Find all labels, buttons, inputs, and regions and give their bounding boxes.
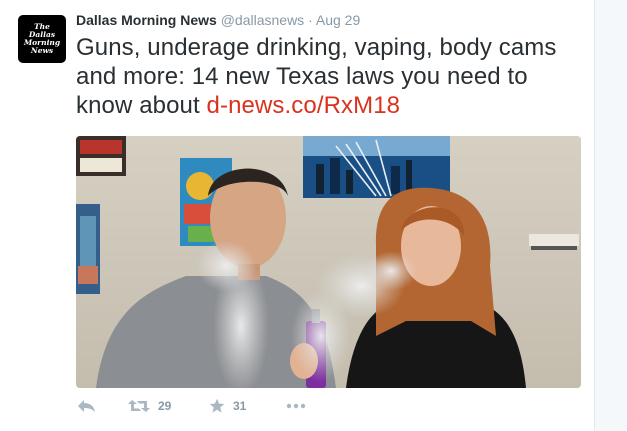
author-name[interactable]: Dallas Morning News (76, 12, 217, 28)
favorite-button[interactable]: 31 (209, 398, 246, 414)
tweet-card: The Dallas Morning News Dallas Morning N… (0, 0, 595, 431)
photo-illustration (76, 136, 581, 388)
retweet-count: 29 (158, 399, 172, 413)
painting-left (76, 204, 100, 294)
more-button[interactable] (286, 398, 306, 414)
tweet-actions: 29 31 (76, 398, 581, 418)
star-icon (209, 398, 225, 413)
retweet-button[interactable]: 29 (128, 398, 171, 414)
more-dots-icon (286, 403, 306, 409)
reply-button[interactable] (76, 398, 96, 414)
reply-icon (78, 400, 95, 412)
avatar[interactable]: The Dallas Morning News (18, 15, 66, 63)
favorite-count: 31 (233, 399, 247, 413)
tweet-text: Guns, underage drinking, vaping, body ca… (76, 33, 581, 120)
author-handle[interactable]: @dallasnews (221, 12, 304, 28)
tweet-photo[interactable] (76, 136, 581, 388)
tweet-date[interactable]: Aug 29 (316, 12, 360, 28)
avatar-text-line: News (30, 46, 54, 55)
wall-shelf (529, 234, 579, 246)
page-gutter (595, 0, 627, 431)
retweet-icon (128, 400, 150, 412)
painting-top-left (76, 136, 126, 176)
tweet-link[interactable]: d-news.co/RxM18 (207, 92, 401, 119)
tweet-header: Dallas Morning News @dallasnews · Aug 29 (76, 12, 360, 28)
separator-dot: · (308, 12, 313, 28)
